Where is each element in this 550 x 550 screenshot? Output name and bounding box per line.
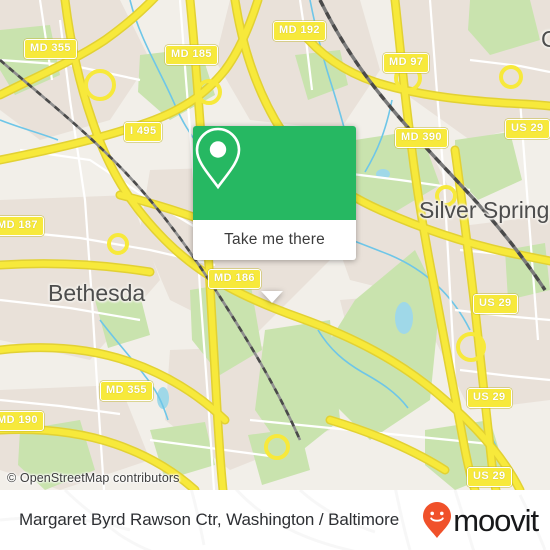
moovit-logo[interactable]: moovit [422,501,539,539]
road-shield-md-192[interactable]: MD 192 [273,21,326,41]
road-shield-us-29-lower[interactable]: US 29 [467,388,512,408]
place-label-bethesda[interactable]: Bethesda [48,280,145,307]
callout-pointer [261,291,283,303]
road-shield-md-355[interactable]: MD 355 [24,39,77,59]
road-shield-md-390[interactable]: MD 390 [395,128,448,148]
map-canvas[interactable]: MD 355 MD 185 MD 192 MD 97 I 495 MD 390 … [0,0,550,490]
take-me-there-button[interactable]: Take me there [193,220,356,260]
road-shield-md-190[interactable]: MD 190 [0,411,44,431]
road-shield-us-29-north[interactable]: US 29 [505,119,550,139]
moovit-smiley-pin-icon [423,502,452,538]
moovit-wordmark: moovit [453,502,539,538]
road-shield-md-97[interactable]: MD 97 [383,53,430,73]
osm-attribution[interactable]: © OpenStreetMap contributors [7,471,180,485]
place-label-silver-spring[interactable]: Silver Spring [419,197,549,224]
take-me-there-label: Take me there [224,231,325,248]
place-label-clipped-right: C [541,26,550,52]
map-screenshot: MD 355 MD 185 MD 192 MD 97 I 495 MD 390 … [0,0,550,550]
location-callout[interactable]: Take me there [193,126,356,303]
road-shield-us-29-bottom[interactable]: US 29 [467,467,512,487]
road-shield-md-185[interactable]: MD 185 [165,45,218,65]
road-shield-md-187[interactable]: MD 187 [0,216,44,236]
road-shield-md-355-south[interactable]: MD 355 [100,381,153,401]
location-pin-icon [195,127,241,190]
road-shield-i-495[interactable]: I 495 [124,122,163,142]
footer-bar: Margaret Byrd Rawson Ctr, Washington / B… [0,490,550,550]
callout-pin-area [193,126,356,220]
location-caption: Margaret Byrd Rawson Ctr, Washington / B… [19,510,400,529]
road-shield-md-186[interactable]: MD 186 [208,269,261,289]
road-shield-us-29-middle[interactable]: US 29 [473,294,518,314]
